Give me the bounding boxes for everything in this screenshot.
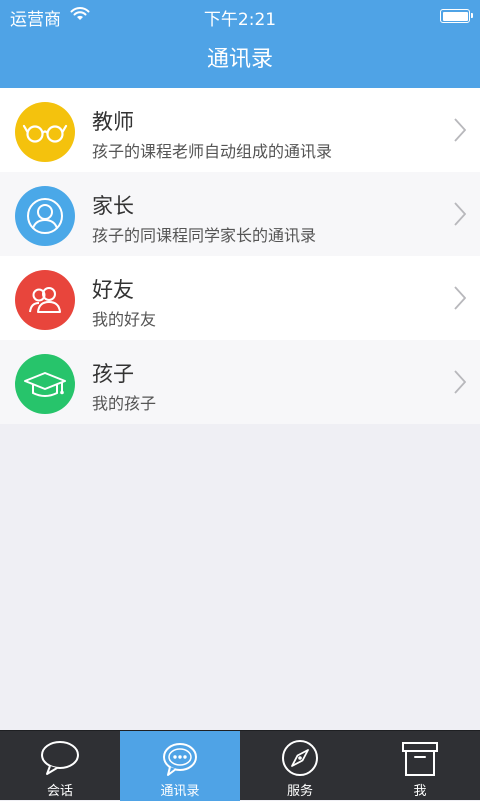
row-title: 好友 (92, 278, 134, 302)
nav-bar: 通讯录 (0, 32, 480, 88)
contact-row-parents[interactable]: 家长 孩子的同课程同学家长的通讯录 (0, 172, 480, 256)
chevron-right-icon (454, 286, 467, 314)
clock: 下午2:21 (203, 10, 277, 30)
chevron-right-icon (454, 202, 467, 230)
tab-me[interactable]: 我 (360, 731, 480, 801)
tab-label: 我 (413, 784, 427, 799)
chevron-right-icon (454, 118, 467, 146)
row-title: 家长 (92, 194, 134, 218)
row-title: 教师 (92, 110, 134, 134)
contacts-bubble-icon (163, 743, 197, 776)
chevron-right-icon (454, 370, 467, 398)
row-subtitle: 孩子的同课程同学家长的通讯录 (92, 226, 317, 245)
row-subtitle: 孩子的课程老师自动组成的通讯录 (92, 142, 333, 161)
chat-bubble-icon (41, 741, 79, 775)
friends-icon (15, 270, 75, 330)
row-subtitle: 我的孩子 (92, 394, 157, 413)
graduation-cap-icon (15, 354, 75, 414)
tab-bar: 会话 通讯录 服务 我 (0, 730, 480, 801)
tab-conversations[interactable]: 会话 (0, 731, 120, 801)
contact-category-list: 教师 孩子的课程老师自动组成的通讯录 家长 孩子的同课程同学家长的通讯录 好友 … (0, 88, 480, 424)
tab-contacts[interactable]: 通讯录 (120, 731, 240, 801)
row-title: 孩子 (92, 362, 134, 386)
tab-label: 服务 (286, 784, 313, 799)
contact-row-children[interactable]: 孩子 我的孩子 (0, 340, 480, 424)
contact-row-teachers[interactable]: 教师 孩子的课程老师自动组成的通讯录 (0, 88, 480, 172)
page-title: 通讯录 (206, 47, 273, 72)
archive-box-icon (402, 742, 438, 776)
status-bar: 运营商 下午2:21 (0, 0, 480, 32)
person-icon (15, 186, 75, 246)
contact-row-friends[interactable]: 好友 我的好友 (0, 256, 480, 340)
row-subtitle: 我的好友 (92, 310, 157, 329)
tab-services[interactable]: 服务 (240, 731, 360, 801)
compass-icon (282, 740, 318, 776)
tab-label: 会话 (46, 784, 73, 799)
tab-label: 通讯录 (160, 784, 200, 799)
battery-icon (440, 9, 473, 23)
glasses-icon (15, 102, 75, 162)
